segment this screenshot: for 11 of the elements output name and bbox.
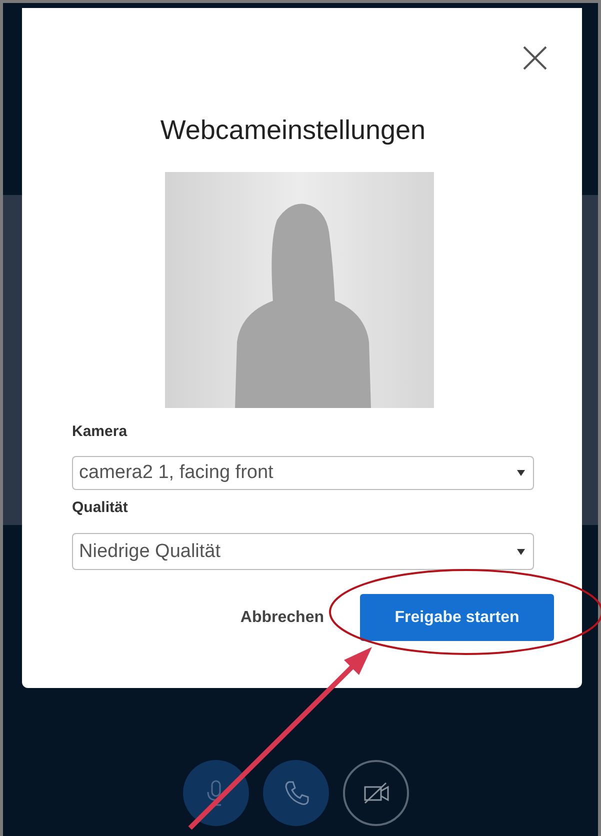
field-label: Qualität (72, 498, 129, 518)
start-sharing-button[interactable]: Freigabe starten (360, 594, 554, 641)
caret-icon (517, 470, 525, 476)
caret-icon (517, 548, 525, 554)
camera-button[interactable] (342, 760, 408, 826)
select-field[interactable]: camera2 1, facing front (72, 456, 534, 490)
field-label: Kamera (72, 422, 128, 442)
select-field[interactable]: Niedrige Qualität (72, 533, 534, 570)
cancel-button[interactable]: Abbrechen (240, 608, 324, 626)
close-icon[interactable] (522, 45, 548, 71)
dialog-title: Webcameinstellungen (159, 114, 427, 147)
